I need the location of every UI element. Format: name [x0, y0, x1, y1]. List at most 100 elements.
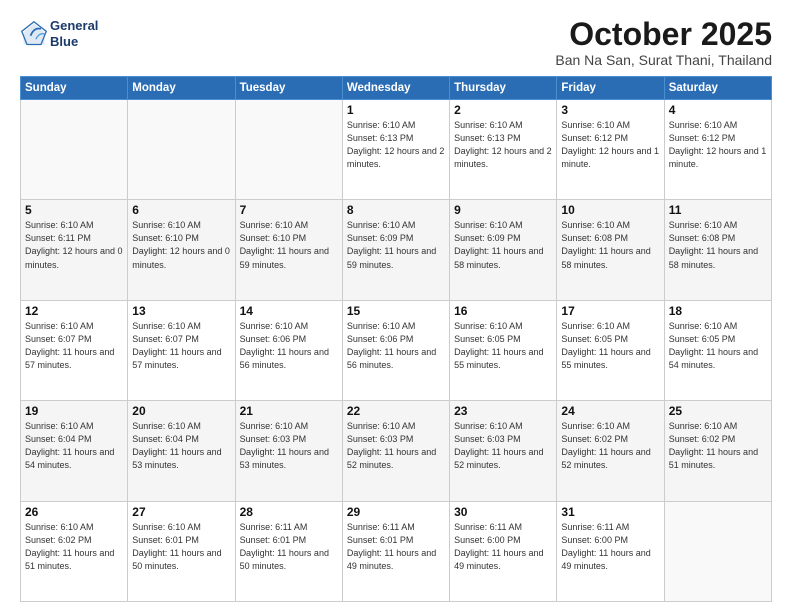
- day-info: Sunrise: 6:11 AM Sunset: 6:01 PM Dayligh…: [240, 521, 338, 573]
- calendar-cell: 18 Sunrise: 6:10 AM Sunset: 6:05 PM Dayli…: [664, 300, 771, 400]
- calendar-week-row: 26 Sunrise: 6:10 AM Sunset: 6:02 PM Dayli…: [21, 501, 772, 601]
- day-info: Sunrise: 6:10 AM Sunset: 6:11 PM Dayligh…: [25, 219, 123, 271]
- location: Ban Na San, Surat Thani, Thailand: [555, 52, 772, 68]
- day-number: 13: [132, 304, 230, 318]
- day-info: Sunrise: 6:10 AM Sunset: 6:13 PM Dayligh…: [347, 119, 445, 171]
- calendar-cell: 17 Sunrise: 6:10 AM Sunset: 6:05 PM Dayli…: [557, 300, 664, 400]
- day-number: 23: [454, 404, 552, 418]
- day-number: 14: [240, 304, 338, 318]
- day-number: 18: [669, 304, 767, 318]
- day-info: Sunrise: 6:11 AM Sunset: 6:00 PM Dayligh…: [561, 521, 659, 573]
- weekday-header-sunday: Sunday: [21, 77, 128, 100]
- day-info: Sunrise: 6:10 AM Sunset: 6:09 PM Dayligh…: [347, 219, 445, 271]
- calendar-cell: 2 Sunrise: 6:10 AM Sunset: 6:13 PM Daylig…: [450, 100, 557, 200]
- calendar-cell: 20 Sunrise: 6:10 AM Sunset: 6:04 PM Dayli…: [128, 401, 235, 501]
- calendar-cell: 28 Sunrise: 6:11 AM Sunset: 6:01 PM Dayli…: [235, 501, 342, 601]
- day-info: Sunrise: 6:10 AM Sunset: 6:03 PM Dayligh…: [240, 420, 338, 472]
- day-info: Sunrise: 6:11 AM Sunset: 6:01 PM Dayligh…: [347, 521, 445, 573]
- day-info: Sunrise: 6:10 AM Sunset: 6:05 PM Dayligh…: [669, 320, 767, 372]
- day-info: Sunrise: 6:10 AM Sunset: 6:01 PM Dayligh…: [132, 521, 230, 573]
- calendar-cell: [235, 100, 342, 200]
- day-number: 6: [132, 203, 230, 217]
- weekday-header-tuesday: Tuesday: [235, 77, 342, 100]
- calendar-cell: 4Sunrise: 6:10 AM Sunset: 6:12 PM Daylig…: [664, 100, 771, 200]
- calendar-cell: 23 Sunrise: 6:10 AM Sunset: 6:03 PM Dayli…: [450, 401, 557, 501]
- day-info: Sunrise: 6:10 AM Sunset: 6:05 PM Dayligh…: [561, 320, 659, 372]
- month-title: October 2025: [555, 18, 772, 50]
- day-number: 9: [454, 203, 552, 217]
- day-info: Sunrise: 6:10 AM Sunset: 6:04 PM Dayligh…: [132, 420, 230, 472]
- weekday-header-saturday: Saturday: [664, 77, 771, 100]
- day-number: 30: [454, 505, 552, 519]
- day-number: 8: [347, 203, 445, 217]
- calendar-week-row: 1 Sunrise: 6:10 AM Sunset: 6:13 PM Daylig…: [21, 100, 772, 200]
- logo-text: General Blue: [50, 18, 98, 49]
- day-info: Sunrise: 6:10 AM Sunset: 6:06 PM Dayligh…: [347, 320, 445, 372]
- logo-icon: [20, 20, 48, 48]
- day-number: 19: [25, 404, 123, 418]
- day-info: Sunrise: 6:10 AM Sunset: 6:06 PM Dayligh…: [240, 320, 338, 372]
- logo: General Blue: [20, 18, 98, 49]
- calendar-cell: 11Sunrise: 6:10 AM Sunset: 6:08 PM Dayli…: [664, 200, 771, 300]
- calendar-cell: [128, 100, 235, 200]
- calendar-cell: 30 Sunrise: 6:11 AM Sunset: 6:00 PM Dayli…: [450, 501, 557, 601]
- day-info: Sunrise: 6:10 AM Sunset: 6:08 PM Dayligh…: [669, 219, 767, 271]
- day-number: 17: [561, 304, 659, 318]
- day-number: 20: [132, 404, 230, 418]
- calendar-week-row: 12 Sunrise: 6:10 AM Sunset: 6:07 PM Dayli…: [21, 300, 772, 400]
- day-info: Sunrise: 6:10 AM Sunset: 6:03 PM Dayligh…: [454, 420, 552, 472]
- calendar-cell: 10 Sunrise: 6:10 AM Sunset: 6:08 PM Dayli…: [557, 200, 664, 300]
- day-info: Sunrise: 6:10 AM Sunset: 6:04 PM Dayligh…: [25, 420, 123, 472]
- title-block: October 2025 Ban Na San, Surat Thani, Th…: [555, 18, 772, 68]
- day-info: Sunrise: 6:10 AM Sunset: 6:10 PM Dayligh…: [240, 219, 338, 271]
- calendar-cell: 19 Sunrise: 6:10 AM Sunset: 6:04 PM Dayli…: [21, 401, 128, 501]
- calendar-cell: 8 Sunrise: 6:10 AM Sunset: 6:09 PM Daylig…: [342, 200, 449, 300]
- calendar-cell: 3Sunrise: 6:10 AM Sunset: 6:12 PM Daylig…: [557, 100, 664, 200]
- calendar-cell: [21, 100, 128, 200]
- day-number: 12: [25, 304, 123, 318]
- day-number: 21: [240, 404, 338, 418]
- calendar-cell: 12Sunrise: 6:10 AM Sunset: 6:07 PM Dayli…: [21, 300, 128, 400]
- calendar-week-row: 5 Sunrise: 6:10 AM Sunset: 6:11 PM Daylig…: [21, 200, 772, 300]
- calendar-cell: 9 Sunrise: 6:10 AM Sunset: 6:09 PM Daylig…: [450, 200, 557, 300]
- day-info: Sunrise: 6:10 AM Sunset: 6:12 PM Dayligh…: [669, 119, 767, 171]
- day-number: 2: [454, 103, 552, 117]
- day-info: Sunrise: 6:10 AM Sunset: 6:02 PM Dayligh…: [25, 521, 123, 573]
- day-number: 28: [240, 505, 338, 519]
- calendar-cell: 6Sunrise: 6:10 AM Sunset: 6:10 PM Daylig…: [128, 200, 235, 300]
- day-info: Sunrise: 6:10 AM Sunset: 6:07 PM Dayligh…: [132, 320, 230, 372]
- logo-line1: General: [50, 18, 98, 34]
- day-info: Sunrise: 6:11 AM Sunset: 6:00 PM Dayligh…: [454, 521, 552, 573]
- day-number: 7: [240, 203, 338, 217]
- day-number: 22: [347, 404, 445, 418]
- day-info: Sunrise: 6:10 AM Sunset: 6:03 PM Dayligh…: [347, 420, 445, 472]
- calendar-cell: 31 Sunrise: 6:11 AM Sunset: 6:00 PM Dayli…: [557, 501, 664, 601]
- day-info: Sunrise: 6:10 AM Sunset: 6:09 PM Dayligh…: [454, 219, 552, 271]
- day-number: 15: [347, 304, 445, 318]
- day-number: 26: [25, 505, 123, 519]
- day-number: 27: [132, 505, 230, 519]
- day-number: 31: [561, 505, 659, 519]
- calendar-cell: 29 Sunrise: 6:11 AM Sunset: 6:01 PM Dayli…: [342, 501, 449, 601]
- calendar-cell: 27 Sunrise: 6:10 AM Sunset: 6:01 PM Dayli…: [128, 501, 235, 601]
- calendar-cell: 25Sunrise: 6:10 AM Sunset: 6:02 PM Dayli…: [664, 401, 771, 501]
- calendar-cell: 16Sunrise: 6:10 AM Sunset: 6:05 PM Dayli…: [450, 300, 557, 400]
- day-number: 10: [561, 203, 659, 217]
- calendar-cell: 21 Sunrise: 6:10 AM Sunset: 6:03 PM Dayli…: [235, 401, 342, 501]
- calendar-cell: 15 Sunrise: 6:10 AM Sunset: 6:06 PM Dayli…: [342, 300, 449, 400]
- calendar-week-row: 19 Sunrise: 6:10 AM Sunset: 6:04 PM Dayli…: [21, 401, 772, 501]
- day-number: 29: [347, 505, 445, 519]
- calendar-cell: 7 Sunrise: 6:10 AM Sunset: 6:10 PM Daylig…: [235, 200, 342, 300]
- day-info: Sunrise: 6:10 AM Sunset: 6:13 PM Dayligh…: [454, 119, 552, 171]
- calendar-cell: 1 Sunrise: 6:10 AM Sunset: 6:13 PM Daylig…: [342, 100, 449, 200]
- day-info: Sunrise: 6:10 AM Sunset: 6:08 PM Dayligh…: [561, 219, 659, 271]
- weekday-header-monday: Monday: [128, 77, 235, 100]
- calendar-cell: 13 Sunrise: 6:10 AM Sunset: 6:07 PM Dayli…: [128, 300, 235, 400]
- day-number: 3: [561, 103, 659, 117]
- day-number: 16: [454, 304, 552, 318]
- header: General Blue October 2025 Ban Na San, Su…: [20, 18, 772, 68]
- weekday-header-thursday: Thursday: [450, 77, 557, 100]
- day-number: 5: [25, 203, 123, 217]
- day-number: 1: [347, 103, 445, 117]
- day-info: Sunrise: 6:10 AM Sunset: 6:02 PM Dayligh…: [669, 420, 767, 472]
